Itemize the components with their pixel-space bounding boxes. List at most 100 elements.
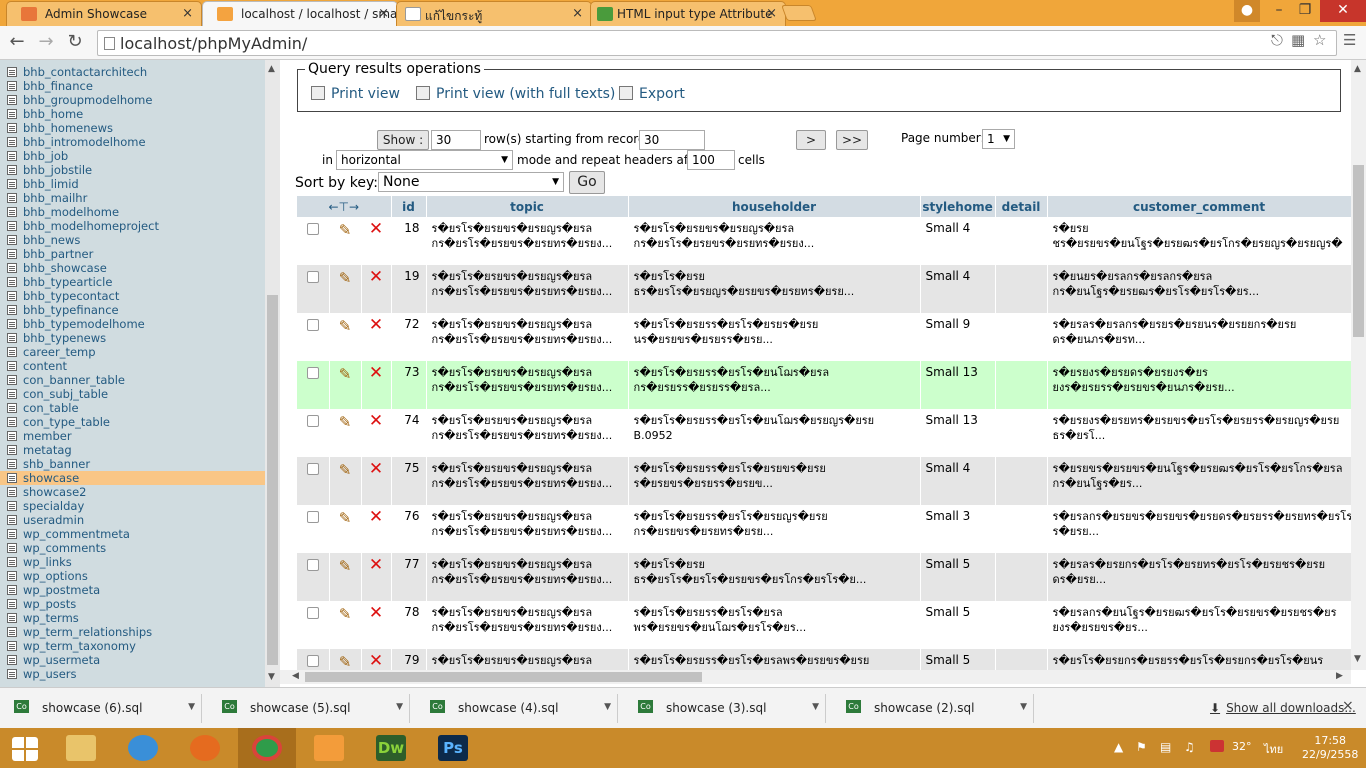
- cell-topic[interactable]: ร�ยรโร�ยรยขร�ยรยญร�ยรล กร�ยรโร�ยรยขร�ยรยท…: [426, 409, 629, 457]
- delete-cell[interactable]: ✕: [361, 217, 392, 265]
- scroll-down-icon[interactable]: ▼: [1354, 654, 1361, 664]
- show-all-downloads-link[interactable]: ⬇ Show all downloads...: [1210, 701, 1356, 715]
- column-header-id[interactable]: id: [391, 196, 427, 217]
- table-icon[interactable]: [7, 445, 17, 455]
- next-page-button[interactable]: >: [796, 130, 826, 150]
- sidebar-item-bhb-modelhomeproject[interactable]: bhb_modelhomeproject: [0, 219, 265, 233]
- table-icon[interactable]: [7, 627, 17, 637]
- delete-cell[interactable]: ✕: [361, 313, 392, 361]
- row-checkbox-cell[interactable]: [297, 457, 330, 505]
- page-number-select[interactable]: 1 ▼: [982, 129, 1015, 149]
- cell-detail[interactable]: [995, 505, 1048, 553]
- sidebar-item-bhb-typefinance[interactable]: bhb_typefinance: [0, 303, 265, 317]
- menu-icon[interactable]: ☰: [1343, 31, 1356, 49]
- table-icon[interactable]: [7, 431, 17, 441]
- cell-id[interactable]: 79: [391, 649, 427, 670]
- chrome-button[interactable]: [238, 728, 296, 768]
- horizontal-scrollbar[interactable]: ◀ ▶: [280, 670, 1351, 684]
- cell-topic[interactable]: ร�ยรโร�ยรยขร�ยรยญร�ยรล กร�ยรโร�ยรยขร�ยรยท…: [426, 313, 629, 361]
- row-checkbox-cell[interactable]: [297, 553, 330, 601]
- sidebar-item-bhb-groupmodelhome[interactable]: bhb_groupmodelhome: [0, 93, 265, 107]
- cell-topic[interactable]: ร�ยรโร�ยรยขร�ยรยญร�ยรล กร�ยรโร�ยรยขร�ยรยท…: [426, 265, 629, 313]
- last-page-button[interactable]: >>: [836, 130, 868, 150]
- cell-stylehome[interactable]: Small 5: [920, 649, 996, 670]
- cell-detail[interactable]: [995, 409, 1048, 457]
- cell-stylehome[interactable]: Small 13: [920, 409, 996, 457]
- cell-customer-comment[interactable]: ร�ยรยงร�ยรยทร�ยรยขร�ยรโร�ยรยรร�ยรยญร�ยรย…: [1047, 409, 1351, 457]
- row-checkbox[interactable]: [307, 367, 319, 379]
- close-downloads-icon[interactable]: ×: [1342, 698, 1354, 714]
- cell-id[interactable]: 74: [391, 409, 427, 457]
- sidebar-item-wp-comments[interactable]: wp_comments: [0, 541, 265, 555]
- table-row[interactable]: ✎ ✕ 73 ร�ยรโร�ยรยขร�ยรยญร�ยรล กร�ยรโร�ยรยขร�…: [297, 361, 1351, 409]
- table-icon[interactable]: [7, 81, 17, 91]
- tab-close-icon[interactable]: ×: [572, 6, 583, 21]
- delete-x-icon[interactable]: ✕: [367, 653, 386, 670]
- show-button[interactable]: Show :: [377, 130, 429, 150]
- table-icon[interactable]: [7, 473, 17, 483]
- cell-id[interactable]: 19: [391, 265, 427, 313]
- cell-topic[interactable]: ร�ยรโร�ยรยขร�ยรยญร�ยรล: [426, 649, 629, 670]
- table-icon[interactable]: [7, 655, 17, 665]
- cell-id[interactable]: 76: [391, 505, 427, 553]
- table-icon[interactable]: [7, 613, 17, 623]
- row-checkbox[interactable]: [307, 415, 319, 427]
- table-icon[interactable]: [7, 67, 17, 77]
- delete-cell[interactable]: ✕: [361, 265, 392, 313]
- tab-edit-thread[interactable]: แก้ไขกระทู้ ×: [396, 1, 592, 26]
- cell-topic[interactable]: ร�ยรโร�ยรยขร�ยรยญร�ยรล กร�ยรโร�ยรยขร�ยรยท…: [426, 217, 629, 265]
- input-language-indicator[interactable]: ไทย: [1264, 740, 1283, 758]
- delete-x-icon[interactable]: ✕: [367, 413, 386, 430]
- delete-cell[interactable]: ✕: [361, 505, 392, 553]
- download-item[interactable]: Co showcase (6).sql ▼: [2, 694, 202, 723]
- table-row[interactable]: ✎ ✕ 19 ร�ยรโร�ยรยขร�ยรยญร�ยรล กร�ยรโร�ยรยขร�…: [297, 265, 1351, 313]
- pencil-edit-icon[interactable]: ✎: [335, 221, 356, 239]
- firefox-button[interactable]: [176, 728, 234, 768]
- column-arrows-header[interactable]: ←⊤→: [297, 196, 392, 217]
- row-checkbox[interactable]: [307, 319, 319, 331]
- cell-stylehome[interactable]: Small 3: [920, 505, 996, 553]
- table-icon[interactable]: [7, 291, 17, 301]
- edit-cell[interactable]: ✎: [329, 409, 362, 457]
- edit-cell[interactable]: ✎: [329, 457, 362, 505]
- sidebar-item-member[interactable]: member: [0, 429, 265, 443]
- cell-detail[interactable]: [995, 361, 1048, 409]
- cell-topic[interactable]: ร�ยรโร�ยรยขร�ยรยญร�ยรล กร�ยรโร�ยรยขร�ยรยท…: [426, 601, 629, 649]
- sidebar-item-bhb-typecontact[interactable]: bhb_typecontact: [0, 289, 265, 303]
- row-checkbox-cell[interactable]: [297, 265, 330, 313]
- sidebar-item-wp-commentmeta[interactable]: wp_commentmeta: [0, 527, 265, 541]
- sidebar-item-bhb-mailhr[interactable]: bhb_mailhr: [0, 191, 265, 205]
- table-icon[interactable]: [7, 263, 17, 273]
- bookmark-star-icon[interactable]: ☆: [1313, 31, 1326, 49]
- table-icon[interactable]: [7, 305, 17, 315]
- table-row[interactable]: ✎ ✕ 75 ร�ยรโร�ยรยขร�ยรยญร�ยรล กร�ยรโร�ยรยขร�…: [297, 457, 1351, 505]
- edit-cell[interactable]: ✎: [329, 313, 362, 361]
- table-row[interactable]: ✎ ✕ 74 ร�ยรโร�ยรยขร�ยรยญร�ยรล กร�ยรโร�ยรยขร�…: [297, 409, 1351, 457]
- row-checkbox[interactable]: [307, 511, 319, 523]
- photoshop-button[interactable]: Ps: [424, 728, 482, 768]
- sort-key-select[interactable]: None ▼: [378, 172, 564, 192]
- table-icon[interactable]: [7, 179, 17, 189]
- sidebar-item-specialday[interactable]: specialday: [0, 499, 265, 513]
- sidebar-item-showcase2[interactable]: showcase2: [0, 485, 265, 499]
- delete-cell[interactable]: ✕: [361, 457, 392, 505]
- cell-detail[interactable]: [995, 313, 1048, 361]
- table-icon[interactable]: [7, 95, 17, 105]
- cell-customer-comment[interactable]: ร�ยรลกร�ยรยขร�ยรยขร�ยรยดร�ยรยรร�ยรยทร�ยร…: [1047, 505, 1351, 553]
- table-icon[interactable]: [7, 417, 17, 427]
- pencil-edit-icon[interactable]: ✎: [335, 317, 356, 335]
- sidebar-item-wp-usermeta[interactable]: wp_usermeta: [0, 653, 265, 667]
- table-icon[interactable]: [7, 361, 17, 371]
- scroll-up-icon[interactable]: ▲: [1354, 64, 1361, 74]
- column-header-topic[interactable]: topic: [426, 196, 629, 217]
- sidebar-item-bhb-partner[interactable]: bhb_partner: [0, 247, 265, 261]
- table-icon[interactable]: [7, 249, 17, 259]
- tray-flag-icon[interactable]: ⚑: [1136, 740, 1147, 754]
- minimize-window-icon[interactable]: –: [1266, 0, 1292, 22]
- table-row[interactable]: ✎ ✕ 72 ร�ยรโร�ยรยขร�ยรยญร�ยรล กร�ยรโร�ยรยขร�…: [297, 313, 1351, 361]
- file-explorer-button[interactable]: [52, 728, 110, 768]
- sidebar-item-wp-term-taxonomy[interactable]: wp_term_taxonomy: [0, 639, 265, 653]
- tab-admin-showcase[interactable]: Admin Showcase ×: [6, 1, 202, 26]
- table-icon[interactable]: [7, 515, 17, 525]
- table-icon[interactable]: [7, 165, 17, 175]
